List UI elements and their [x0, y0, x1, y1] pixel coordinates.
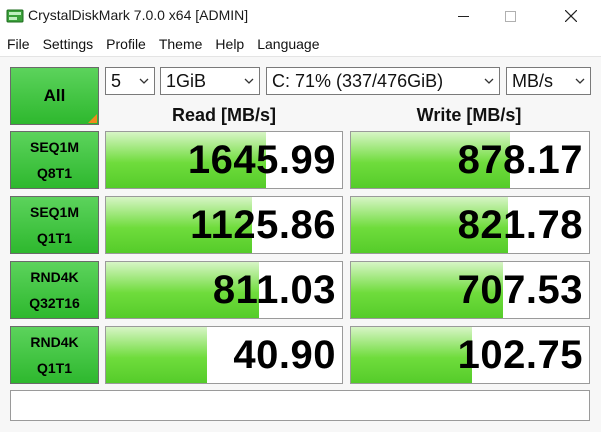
read-header: Read [MB/s] — [171, 105, 276, 125]
rnd4k-q32t16-button[interactable]: RND4K Q32T16 — [10, 261, 99, 319]
test-size-value: 1GiB — [166, 71, 207, 91]
row-label-line2: Q8T1 — [36, 165, 72, 181]
menu-bar: File Settings Profile Theme Help Languag… — [0, 32, 601, 56]
menu-profile[interactable]: Profile — [99, 32, 152, 56]
chevron-down-icon — [244, 78, 254, 84]
close-button[interactable] — [548, 0, 594, 32]
write-result-cell: 878.17 — [350, 131, 590, 189]
comment-input[interactable] — [10, 390, 590, 421]
app-icon — [6, 9, 24, 23]
chevron-down-icon — [139, 78, 149, 84]
test-count-select[interactable]: 5 — [105, 67, 155, 95]
menu-settings[interactable]: Settings — [36, 32, 100, 56]
menu-theme[interactable]: Theme — [152, 32, 209, 56]
write-result-value: 878.17 — [457, 137, 583, 182]
write-result-cell: 821.78 — [350, 196, 590, 254]
title-bar: CrystalDiskMark 7.0.0 x64 [ADMIN] — [0, 0, 601, 33]
read-result-cell: 40.90 — [105, 326, 343, 384]
rnd4k-q1t1-button[interactable]: RND4K Q1T1 — [10, 326, 99, 384]
maximize-icon — [504, 10, 516, 22]
run-all-label: All — [43, 86, 66, 105]
read-result-cell: 811.03 — [105, 261, 343, 319]
chevron-down-icon — [484, 78, 494, 84]
menu-help[interactable]: Help — [208, 32, 250, 56]
read-result-cell: 1645.99 — [105, 131, 343, 189]
unit-select[interactable]: MB/s — [506, 67, 591, 95]
test-count-value: 5 — [111, 71, 122, 91]
read-progress-fill — [106, 327, 208, 383]
read-result-value: 1645.99 — [187, 137, 336, 182]
chevron-down-icon — [575, 78, 585, 84]
minimize-button[interactable] — [440, 0, 486, 32]
read-result-cell: 1125.86 — [105, 196, 343, 254]
test-size-select[interactable]: 1GiB — [160, 67, 260, 95]
write-result-value: 707.53 — [457, 267, 583, 312]
maximize-button[interactable] — [487, 0, 533, 32]
row-label-line1: SEQ1M — [29, 204, 79, 220]
write-result-value: 821.78 — [457, 202, 583, 247]
row-label-line1: RND4K — [30, 269, 79, 285]
read-result-value: 40.90 — [233, 332, 336, 377]
read-result-value: 1125.86 — [190, 202, 336, 247]
unit-value: MB/s — [512, 71, 554, 91]
read-result-value: 811.03 — [212, 267, 336, 312]
seq1m-q1t1-button[interactable]: SEQ1M Q1T1 — [10, 196, 99, 254]
menu-file[interactable]: File — [0, 32, 36, 56]
row-label-line1: RND4K — [30, 334, 79, 350]
write-progress-fill — [351, 327, 473, 383]
write-result-cell: 102.75 — [350, 326, 590, 384]
drive-select[interactable]: C: 71% (337/476GiB) — [266, 67, 500, 95]
window-title: CrystalDiskMark 7.0.0 x64 [ADMIN] — [28, 7, 249, 23]
drive-value: C: 71% (337/476GiB) — [272, 71, 444, 91]
corner-marker — [88, 114, 97, 123]
write-result-value: 102.75 — [457, 332, 583, 377]
close-icon — [565, 10, 577, 22]
menu-language[interactable]: Language — [250, 32, 325, 56]
run-all-button[interactable]: All — [10, 67, 99, 125]
write-result-cell: 707.53 — [350, 261, 590, 319]
write-header: Write [MB/s] — [416, 105, 522, 125]
minimize-icon — [457, 15, 469, 17]
row-label-line2: Q32T16 — [29, 295, 80, 311]
row-label-line2: Q1T1 — [36, 230, 72, 246]
seq1m-q8t1-button[interactable]: SEQ1M Q8T1 — [10, 131, 99, 189]
row-label-line1: SEQ1M — [29, 139, 79, 155]
row-label-line2: Q1T1 — [36, 360, 72, 376]
